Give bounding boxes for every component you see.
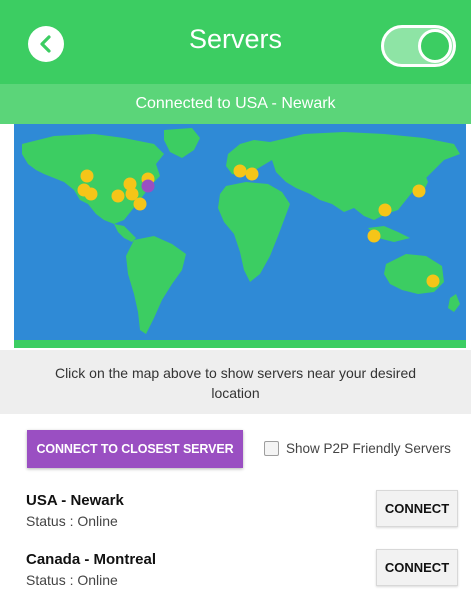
antarctica-landmass <box>14 340 466 348</box>
connect-button[interactable]: CONNECT <box>376 490 458 527</box>
server-marker[interactable] <box>245 167 259 181</box>
server-marker[interactable] <box>412 184 426 198</box>
world-map[interactable] <box>14 124 466 348</box>
server-status: Status : Online <box>26 513 118 529</box>
server-marker-connected[interactable] <box>141 179 155 193</box>
server-marker[interactable] <box>367 229 381 243</box>
connect-closest-button[interactable]: CONNECT TO CLOSEST SERVER <box>27 430 243 468</box>
server-status: Status : Online <box>26 572 118 588</box>
server-name: Canada - Montreal <box>26 551 157 568</box>
p2p-checkbox[interactable] <box>264 441 279 456</box>
server-marker[interactable] <box>426 274 440 288</box>
server-marker[interactable] <box>80 169 94 183</box>
server-name: USA - Newark <box>26 492 124 509</box>
world-map-graphic <box>14 124 466 348</box>
server-row: USA - Newark Status : Online CONNECT <box>0 484 471 540</box>
header: Servers <box>0 0 471 84</box>
server-marker[interactable] <box>378 203 392 217</box>
server-marker[interactable] <box>233 164 247 178</box>
p2p-filter: Show P2P Friendly Servers <box>264 441 451 456</box>
p2p-label[interactable]: Show P2P Friendly Servers <box>286 441 451 456</box>
server-marker[interactable] <box>133 197 147 211</box>
connect-button[interactable]: CONNECT <box>376 549 458 586</box>
vpn-toggle[interactable] <box>381 25 456 67</box>
connection-banner: Connected to USA - Newark <box>0 84 471 124</box>
server-marker[interactable] <box>84 187 98 201</box>
toggle-knob <box>418 29 452 63</box>
server-row: Canada - Montreal Status : Online CONNEC… <box>0 543 471 594</box>
server-marker[interactable] <box>111 189 125 203</box>
action-bar: CONNECT TO CLOSEST SERVER Show P2P Frien… <box>0 414 471 484</box>
map-hint: Click on the map above to show servers n… <box>0 350 471 414</box>
